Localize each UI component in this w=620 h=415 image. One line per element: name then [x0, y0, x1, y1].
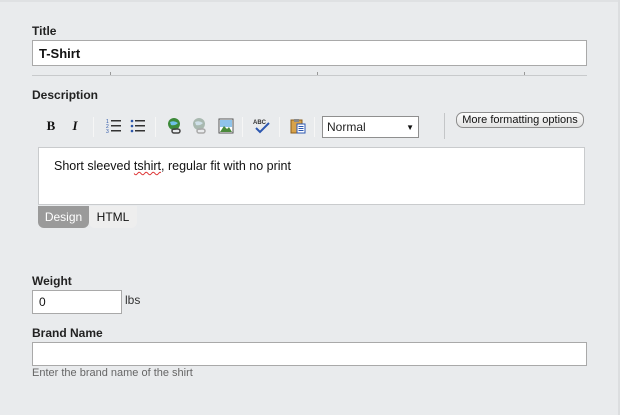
svg-text:ABC: ABC	[253, 120, 267, 126]
brand-label: Brand Name	[32, 326, 103, 340]
italic-button-label: I	[72, 118, 78, 133]
weight-label: Weight	[32, 274, 72, 288]
toolbar-separator	[279, 117, 280, 137]
insert-link-icon[interactable]	[165, 116, 185, 136]
toolbar-separator	[155, 117, 156, 137]
paragraph-format-value: Normal	[327, 120, 366, 134]
brand-input[interactable]	[32, 342, 587, 366]
tab-html[interactable]: HTML	[89, 206, 137, 228]
toolbar-separator	[444, 113, 445, 139]
toolbar-separator	[242, 117, 243, 137]
paragraph-format-select[interactable]: Normal ▼	[322, 116, 419, 138]
tab-design[interactable]: Design	[38, 206, 89, 228]
divider-tick	[317, 72, 318, 75]
editor-toolbar: B I 1 2 3 ABC Normal ▼ More formatting o…	[32, 112, 587, 146]
misspelled-word: tshirt	[133, 159, 162, 173]
top-edge	[0, 0, 620, 2]
ordered-list-icon[interactable]: 1 2 3	[104, 116, 124, 136]
weight-input[interactable]	[32, 290, 122, 314]
italic-icon[interactable]: I	[65, 116, 85, 136]
title-input[interactable]	[32, 40, 587, 66]
toolbar-separator	[314, 117, 315, 137]
editor-text-end: , regular fit with no print	[161, 159, 291, 173]
paste-icon[interactable]	[288, 116, 308, 136]
title-label: Title	[32, 24, 57, 38]
insert-image-icon[interactable]	[216, 116, 236, 136]
divider	[32, 75, 587, 76]
more-formatting-button[interactable]: More formatting options	[456, 112, 584, 128]
chevron-down-icon: ▼	[406, 122, 414, 132]
toolbar-separator	[93, 117, 94, 137]
editor-content: Short sleeved tshirt, regular fit with n…	[54, 159, 291, 173]
brand-hint: Enter the brand name of the shirt	[32, 367, 193, 379]
description-label: Description	[32, 88, 99, 102]
divider-tick	[524, 72, 525, 75]
divider-tick	[110, 72, 111, 75]
bold-button-label: B	[46, 118, 56, 133]
bold-icon[interactable]: B	[41, 116, 61, 136]
description-editor[interactable]: Short sleeved tshirt, regular fit with n…	[38, 147, 585, 205]
editor-text-start: Short sleeved	[54, 159, 134, 173]
weight-unit: lbs	[125, 293, 141, 307]
remove-link-icon[interactable]	[190, 116, 210, 136]
spellcheck-icon[interactable]: ABC	[252, 116, 272, 136]
unordered-list-icon[interactable]	[128, 116, 148, 136]
svg-text:3: 3	[106, 129, 109, 134]
